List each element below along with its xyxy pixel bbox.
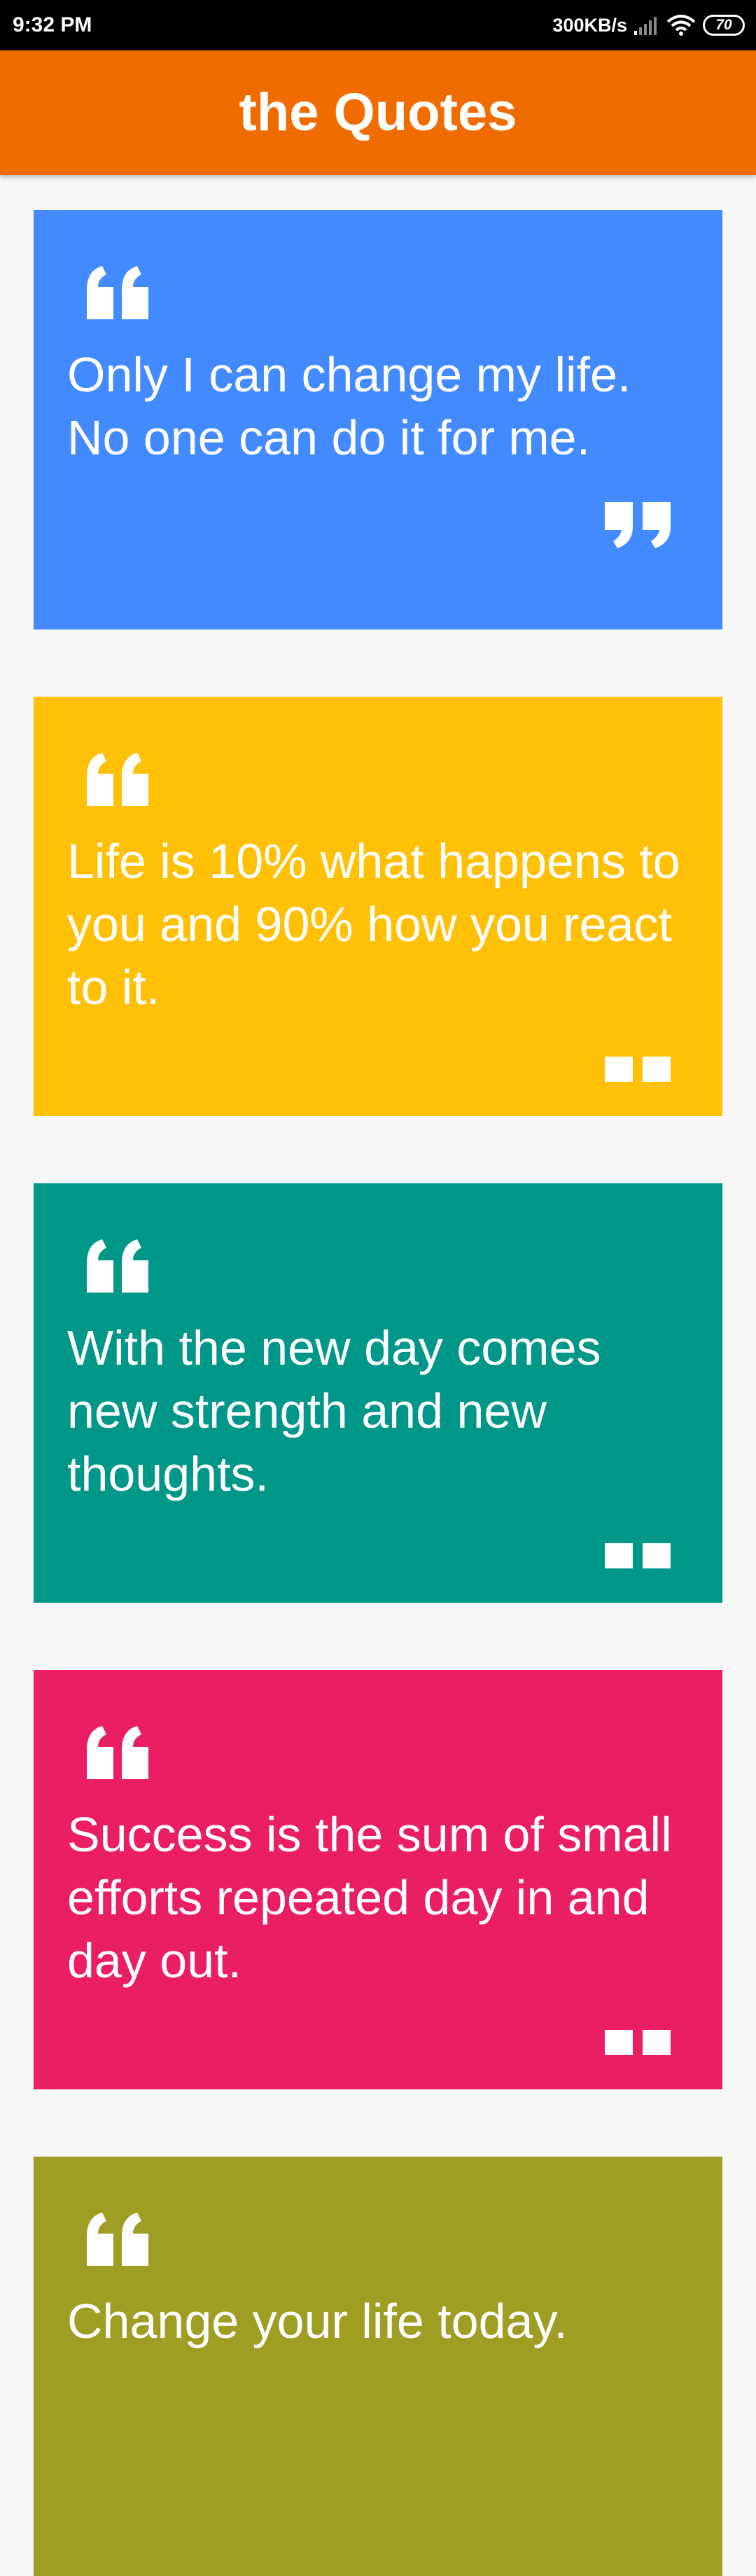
status-time: 9:32 PM bbox=[13, 13, 92, 36]
quote-card[interactable]: With the new day comes new strength and … bbox=[34, 1183, 722, 1603]
app-title: the Quotes bbox=[239, 83, 517, 142]
quote-text: With the new day comes new strength and … bbox=[67, 1321, 601, 1501]
signal-icon bbox=[634, 15, 659, 35]
open-quote-icon bbox=[81, 753, 154, 806]
quote-card[interactable]: Change your life today. bbox=[34, 2157, 722, 2576]
wifi-icon bbox=[666, 15, 696, 36]
close-quote-icon bbox=[602, 502, 675, 548]
square-marks-icon bbox=[602, 1055, 675, 1083]
square-marks-icon bbox=[602, 1542, 675, 1570]
status-bar: 9:32 PM 300KB/s 70 bbox=[0, 0, 756, 50]
open-quote-icon bbox=[81, 2213, 154, 2266]
square-marks-icon bbox=[602, 2028, 675, 2056]
quote-text: Change your life today. bbox=[67, 2294, 568, 2348]
quote-text: Success is the sum of small efforts repe… bbox=[67, 1807, 672, 1988]
quote-card[interactable]: Only I can change my life. No one can do… bbox=[34, 210, 722, 629]
quote-card[interactable]: Success is the sum of small efforts repe… bbox=[34, 1670, 722, 2089]
quote-text: Only I can change my life. No one can do… bbox=[67, 347, 631, 465]
battery-icon: 70 bbox=[703, 15, 745, 36]
open-quote-icon bbox=[81, 1726, 154, 1779]
quote-card[interactable]: Life is 10% what happens to you and 90% … bbox=[34, 697, 722, 1116]
app-bar: the Quotes bbox=[0, 50, 756, 175]
open-quote-icon bbox=[81, 1239, 154, 1293]
quote-text: Life is 10% what happens to you and 90% … bbox=[67, 834, 680, 1015]
status-indicators: 300KB/s 70 bbox=[552, 0, 745, 50]
open-quote-icon bbox=[81, 266, 154, 319]
network-speed: 300KB/s bbox=[552, 14, 627, 36]
